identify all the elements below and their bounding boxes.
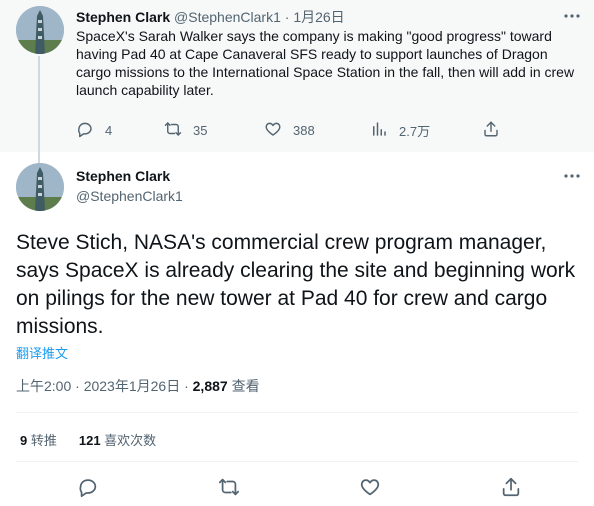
divider xyxy=(16,461,578,462)
translate-link[interactable]: 翻译推文 xyxy=(16,343,68,362)
retweet-count: 35 xyxy=(193,122,208,138)
share-button[interactable] xyxy=(482,120,500,140)
divider xyxy=(16,412,578,413)
author-name[interactable]: Stephen Clark xyxy=(76,168,170,184)
retweets-stat[interactable]: 9 转推 xyxy=(20,433,57,448)
views-button[interactable]: 2.7万 xyxy=(370,120,430,140)
retweet-button[interactable] xyxy=(218,476,242,500)
retweet-button[interactable]: 35 xyxy=(164,120,207,140)
share-button[interactable] xyxy=(500,476,524,500)
engagement-stats: 9 转推 121 喜欢次数 xyxy=(20,430,156,449)
like-button[interactable]: 388 xyxy=(264,120,315,140)
tweet-header: Stephen Clark @StephenClark1 · 1月26日 xyxy=(76,7,345,27)
tweet-actions xyxy=(0,476,594,500)
reply-icon xyxy=(77,479,99,502)
reply-icon xyxy=(76,120,94,141)
like-button[interactable] xyxy=(359,476,383,500)
tweet-actions: 4 35 388 2.7万 xyxy=(76,120,506,140)
author-handle[interactable]: @StephenClark1 xyxy=(76,188,183,204)
tweet-text: Steve Stich, NASA's commercial crew prog… xyxy=(16,231,576,338)
reply-button[interactable] xyxy=(77,476,101,500)
views-count: 2,887 xyxy=(192,378,228,394)
views-icon xyxy=(370,120,388,141)
retweet-icon xyxy=(164,120,182,141)
author-name[interactable]: Stephen Clark xyxy=(76,9,170,25)
like-count: 388 xyxy=(293,122,315,138)
thread-connector xyxy=(38,56,40,164)
reply-count: 4 xyxy=(105,122,113,138)
like-label: 喜欢次数 xyxy=(100,433,157,448)
avatar[interactable] xyxy=(16,6,64,54)
tweet-metadata: 上午2:00 · 2023年1月26日 · 2,887 查看 xyxy=(16,376,260,396)
retweet-icon xyxy=(218,478,240,502)
views-count: 2.7万 xyxy=(399,123,431,139)
reply-button[interactable]: 4 xyxy=(76,120,112,140)
tweet-date[interactable]: 1月26日 xyxy=(293,9,344,25)
author-handle[interactable]: @StephenClark1 xyxy=(174,9,281,25)
like-icon xyxy=(264,120,282,141)
share-icon xyxy=(482,120,500,141)
separator-dot: · xyxy=(284,9,290,25)
share-icon xyxy=(500,477,522,502)
tweet-timestamp[interactable]: 上午2:00 · 2023年1月26日 · xyxy=(16,378,193,394)
more-icon[interactable] xyxy=(562,170,582,186)
views-label: 查看 xyxy=(227,378,260,394)
like-count: 121 xyxy=(78,433,101,448)
more-icon[interactable] xyxy=(562,10,582,26)
likes-stat[interactable]: 121 喜欢次数 xyxy=(79,433,156,448)
like-icon xyxy=(359,479,381,502)
parent-tweet[interactable]: Stephen Clark @StephenClark1 · 1月26日 Spa… xyxy=(0,0,594,152)
tweet-text: SpaceX's Sarah Walker says the company i… xyxy=(76,28,575,98)
retweet-label: 转推 xyxy=(27,433,57,448)
avatar[interactable] xyxy=(16,163,64,211)
